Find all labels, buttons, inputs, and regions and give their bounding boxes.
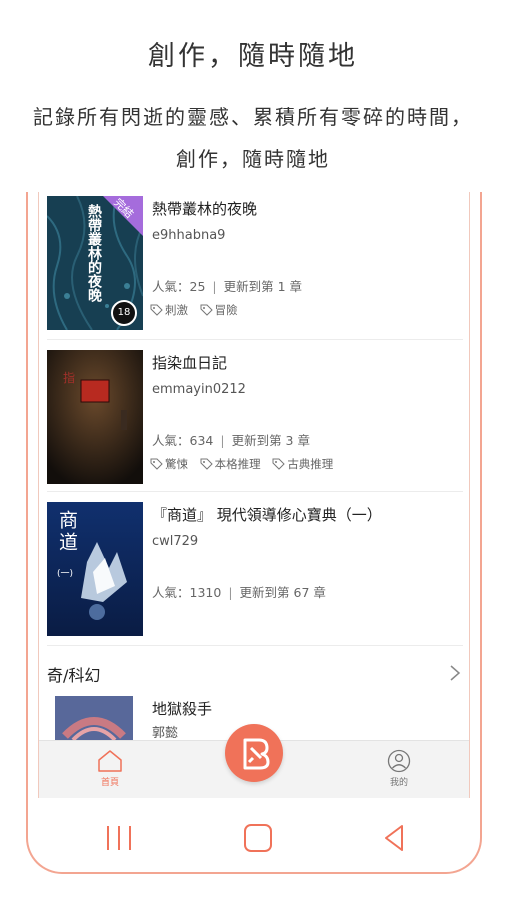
- book-author[interactable]: 郭懿: [152, 722, 178, 741]
- back-key-icon[interactable]: [382, 824, 406, 852]
- tag-icon: [150, 458, 163, 470]
- book-cover: 熱帶叢林的夜晚 完結 18: [47, 196, 143, 330]
- book-item[interactable]: 商道 (一) 『商道』 現代領導修心寶典（一） cwl729 人氣：1310 | 更…: [39, 498, 469, 648]
- book-title[interactable]: 『商道』 現代領導修心寶典（一）: [152, 504, 382, 525]
- cover-title-text: 商道: [56, 510, 78, 554]
- divider: [47, 339, 463, 340]
- age-rating-text: 18: [117, 307, 131, 318]
- book-author[interactable]: cwl729: [152, 534, 198, 549]
- profile-icon: [387, 749, 411, 773]
- book-title[interactable]: 地獄殺手: [152, 698, 212, 719]
- tag[interactable]: 古典推理: [272, 456, 333, 472]
- tab-profile[interactable]: 我的: [379, 749, 419, 788]
- home-key-icon[interactable]: [243, 824, 273, 852]
- book-title[interactable]: 指染血日記: [152, 352, 227, 373]
- tab-home[interactable]: 首頁: [90, 749, 130, 788]
- tag[interactable]: 本格推理: [200, 456, 261, 472]
- update-text: 更新到第 67 章: [239, 585, 326, 600]
- chevron-right-icon[interactable]: [449, 664, 461, 682]
- tag-icon: [200, 458, 213, 470]
- book-title[interactable]: 熱帶叢林的夜晚: [152, 198, 257, 219]
- cover-subtitle-text: (一): [57, 569, 74, 579]
- divider: [47, 645, 463, 646]
- book-cover: 指: [47, 350, 143, 484]
- subline: 記錄所有閃逝的靈感、累積所有零碎的時間，創作，隨時隨地: [33, 105, 473, 171]
- tag-icon: [200, 304, 213, 316]
- update-text: 更新到第 3 章: [231, 433, 310, 448]
- divider: [47, 491, 463, 492]
- book-stats: 人氣：634 | 更新到第 3 章: [152, 433, 310, 448]
- tag[interactable]: 刺激: [150, 302, 188, 318]
- tag-icon: [272, 458, 286, 470]
- recent-apps-icon[interactable]: [104, 824, 134, 852]
- book-item[interactable]: 指 指染血日記 emmayin0212 人氣：634 | 更新到第 3 章 驚悚 本…: [39, 346, 469, 496]
- popularity-text: 人氣：634: [152, 433, 214, 448]
- book-item[interactable]: 熱帶叢林的夜晚 完結 18 熱帶叢林的夜晚 e9hhabna9 人氣：25 | 更新…: [39, 192, 469, 342]
- section-title[interactable]: 奇/科幻: [47, 662, 100, 686]
- popularity-text: 人氣：25: [152, 279, 206, 294]
- app-screen: 熱帶叢林的夜晚 完結 18 熱帶叢林的夜晚 e9hhabna9 人氣：25 | 更新…: [38, 192, 470, 798]
- cover-title-text: 熱帶叢林的夜晚: [86, 204, 102, 302]
- write-button[interactable]: [225, 724, 283, 782]
- book-author[interactable]: e9hhabna9: [152, 228, 225, 243]
- tab-home-label: 首頁: [100, 778, 119, 788]
- popularity-text: 人氣：1310: [152, 585, 222, 600]
- book-cover: 商道 (一): [47, 502, 143, 636]
- headline: 創作，隨時隨地: [148, 41, 358, 72]
- book-author[interactable]: emmayin0212: [152, 382, 246, 397]
- update-text: 更新到第 1 章: [223, 279, 303, 294]
- age-rating-badge: 18: [111, 300, 137, 326]
- tag-list: 刺激 冒險: [150, 302, 246, 318]
- tag[interactable]: 冒險: [200, 302, 238, 318]
- pen-logo-icon: [243, 738, 270, 770]
- tag-list: 驚悚 本格推理 古典推理: [150, 456, 341, 472]
- tag[interactable]: 驚悚: [150, 456, 188, 472]
- svg-text:指: 指: [63, 370, 75, 385]
- diary-cover-art: 指: [47, 350, 143, 484]
- book-stats: 人氣：1310 | 更新到第 67 章: [152, 585, 326, 600]
- phone-frame: 熱帶叢林的夜晚 完結 18 熱帶叢林的夜晚 e9hhabna9 人氣：25 | 更新…: [26, 192, 482, 874]
- tab-profile-label: 我的: [389, 778, 408, 788]
- home-icon: [98, 750, 122, 772]
- book-stats: 人氣：25 | 更新到第 1 章: [152, 279, 303, 294]
- tag-icon: [150, 304, 163, 316]
